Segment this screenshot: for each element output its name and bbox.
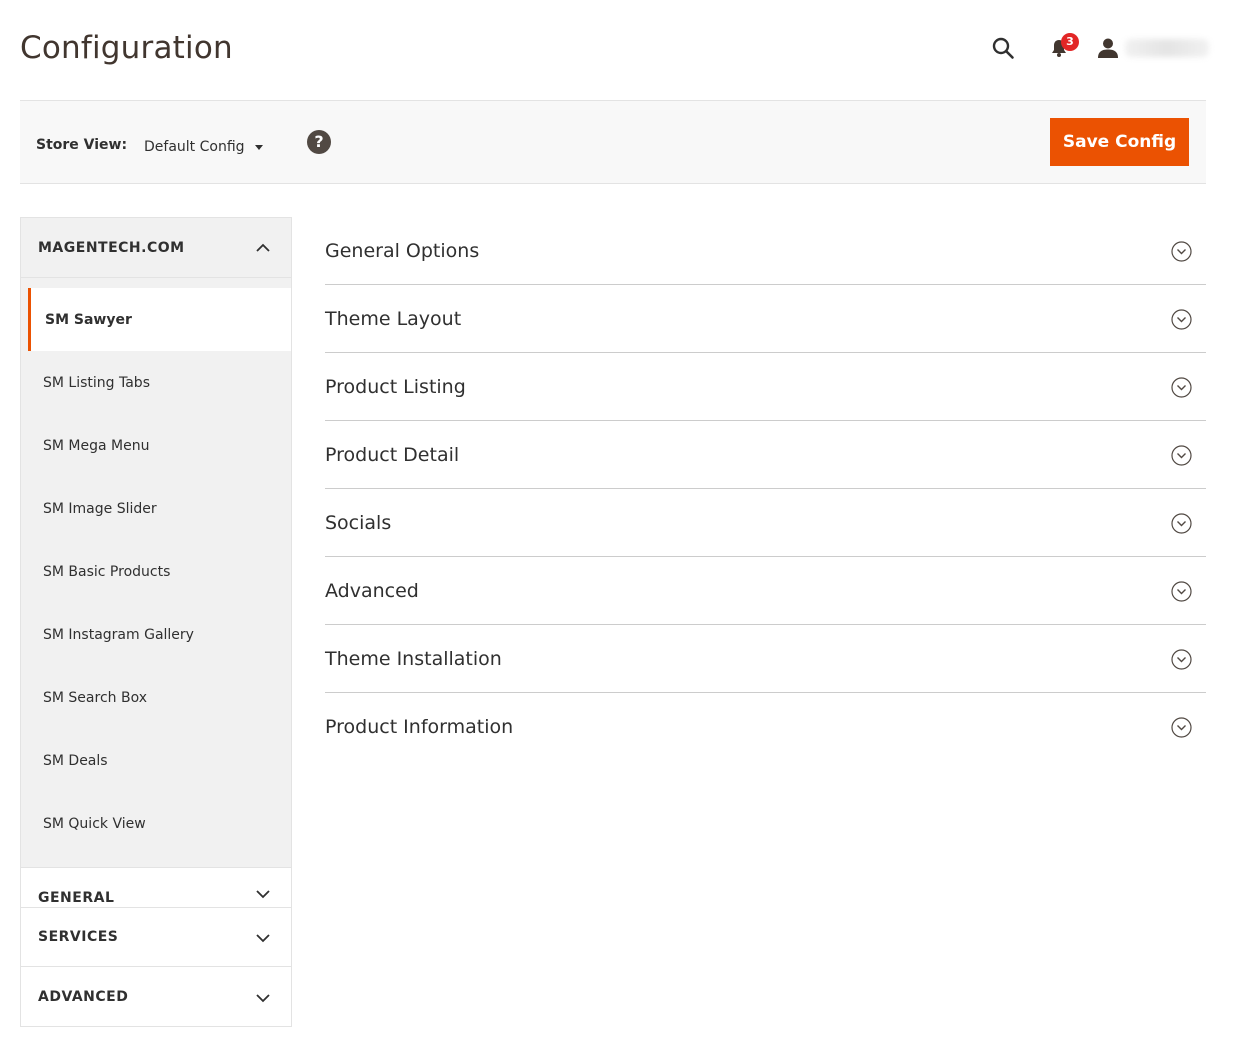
sidebar-item-sm-listing-tabs[interactable]: SM Listing Tabs <box>21 351 291 414</box>
sidebar-item-sm-instagram-gallery[interactable]: SM Instagram Gallery <box>21 603 291 666</box>
sidebar-group-title: SERVICES <box>38 929 119 945</box>
section-title: Advanced <box>325 579 419 602</box>
user-account-button[interactable] <box>1097 37 1209 59</box>
header-actions: 3 <box>985 30 1209 66</box>
search-icon <box>992 37 1014 59</box>
store-view-toolbar: Store View: Default Config ? Save Config <box>20 100 1206 184</box>
chevron-down-icon <box>256 993 270 1002</box>
store-view-value: Default Config <box>144 139 245 155</box>
store-view-switcher[interactable]: Default Config <box>144 137 263 157</box>
sidebar-group-services[interactable]: SERVICES <box>21 907 291 966</box>
sidebar-group-general[interactable]: GENERAL <box>21 867 291 907</box>
sidebar-item-sm-mega-menu[interactable]: SM Mega Menu <box>21 414 291 477</box>
expand-circle-icon <box>1171 512 1192 534</box>
section-theme-layout[interactable]: Theme Layout <box>325 285 1206 353</box>
sidebar-item-sm-image-slider[interactable]: SM Image Slider <box>21 477 291 540</box>
section-title: Theme Layout <box>325 307 462 330</box>
page-title: Configuration <box>20 30 233 66</box>
section-title: Socials <box>325 511 392 534</box>
search-button[interactable] <box>985 30 1021 66</box>
expand-circle-icon <box>1171 308 1192 330</box>
user-icon <box>1098 38 1118 58</box>
store-view-label: Store View: <box>36 137 128 153</box>
sidebar-item-sm-sawyer[interactable]: SM Sawyer <box>28 288 291 351</box>
help-icon[interactable]: ? <box>307 130 331 154</box>
user-name-blurred <box>1125 39 1209 57</box>
chevron-down-icon <box>256 889 270 898</box>
sidebar-item-sm-basic-products[interactable]: SM Basic Products <box>21 540 291 603</box>
section-advanced[interactable]: Advanced <box>325 557 1206 625</box>
config-sections: General Options Theme Layout Product Lis… <box>325 217 1206 761</box>
save-config-button[interactable]: Save Config <box>1050 118 1189 166</box>
configuration-page: Configuration 3 Store View: Default Conf… <box>0 0 1239 1049</box>
expand-circle-icon <box>1171 240 1192 262</box>
sidebar-group-magentech[interactable]: MAGENTECH.COM <box>21 218 291 278</box>
section-product-detail[interactable]: Product Detail <box>325 421 1206 489</box>
config-sidebar: MAGENTECH.COM SM Sawyer SM Listing Tabs … <box>20 217 292 1027</box>
section-theme-installation[interactable]: Theme Installation <box>325 625 1206 693</box>
sidebar-item-sm-search-box[interactable]: SM Search Box <box>21 666 291 729</box>
section-title: Product Listing <box>325 375 466 398</box>
notification-count-badge: 3 <box>1061 33 1079 51</box>
expand-circle-icon <box>1171 444 1192 466</box>
sidebar-item-list: SM Sawyer SM Listing Tabs SM Mega Menu S… <box>21 288 291 855</box>
section-socials[interactable]: Socials <box>325 489 1206 557</box>
expand-circle-icon <box>1171 580 1192 602</box>
section-title: Theme Installation <box>325 647 502 670</box>
caret-down-icon <box>254 144 263 150</box>
chevron-down-icon <box>256 934 270 943</box>
expand-circle-icon <box>1171 376 1192 398</box>
section-title: Product Detail <box>325 443 460 466</box>
sidebar-group-title: ADVANCED <box>38 988 129 1005</box>
sidebar-group-title: GENERAL <box>38 889 115 906</box>
chevron-up-icon <box>256 243 270 252</box>
sidebar-group-title: MAGENTECH.COM <box>38 239 185 256</box>
section-title: Product Information <box>325 716 514 738</box>
section-product-listing[interactable]: Product Listing <box>325 353 1206 421</box>
expand-circle-icon <box>1171 717 1192 738</box>
section-general-options[interactable]: General Options <box>325 217 1206 285</box>
sidebar-item-sm-deals[interactable]: SM Deals <box>21 729 291 792</box>
notifications-button[interactable]: 3 <box>1041 30 1079 66</box>
sidebar-group-advanced[interactable]: ADVANCED <box>21 966 291 1026</box>
sidebar-item-sm-quick-view[interactable]: SM Quick View <box>21 792 291 855</box>
section-title: General Options <box>325 239 480 262</box>
section-product-information[interactable]: Product Information <box>325 693 1206 761</box>
expand-circle-icon <box>1171 648 1192 670</box>
